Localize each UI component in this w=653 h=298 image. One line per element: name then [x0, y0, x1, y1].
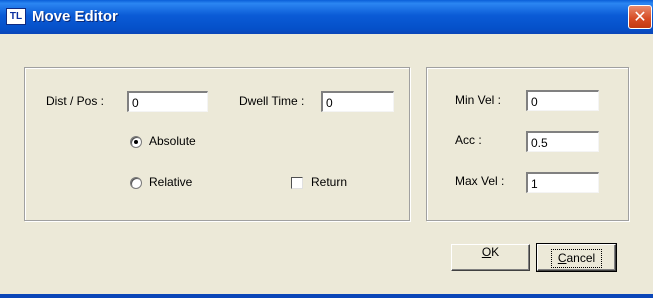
return-checkbox[interactable]: [291, 177, 303, 189]
acc-label: Acc :: [455, 133, 482, 147]
absolute-radio[interactable]: [130, 136, 142, 148]
relative-label[interactable]: Relative: [149, 175, 192, 189]
min-vel-input[interactable]: 0: [526, 90, 599, 111]
dwell-time-label: Dwell Time :: [239, 94, 305, 108]
ok-label: K: [491, 245, 500, 259]
close-button[interactable]: ✕: [628, 5, 652, 29]
dist-pos-input[interactable]: 0: [127, 91, 208, 112]
dist-pos-label: Dist / Pos :: [46, 94, 105, 108]
window-bottom-border: [0, 294, 653, 298]
ok-button[interactable]: OK: [451, 244, 530, 271]
max-vel-input[interactable]: 1: [526, 172, 599, 193]
dwell-time-input[interactable]: 0: [321, 91, 394, 112]
cancel-focus-ring: Cancel: [550, 249, 603, 268]
acc-input[interactable]: 0.5: [526, 131, 599, 152]
min-vel-label: Min Vel :: [455, 93, 502, 107]
absolute-label[interactable]: Absolute: [149, 134, 196, 148]
title-bar[interactable]: TL Move Editor ✕: [0, 0, 653, 34]
ok-mnemonic: O: [481, 245, 492, 259]
relative-radio[interactable]: [130, 177, 142, 189]
close-icon: ✕: [633, 7, 647, 26]
app-icon: TL: [6, 8, 26, 25]
cancel-label: ancel: [566, 251, 596, 265]
window-title: Move Editor: [32, 8, 118, 25]
return-label[interactable]: Return: [311, 175, 347, 189]
max-vel-label: Max Vel :: [455, 174, 505, 188]
cancel-button[interactable]: Cancel: [536, 243, 617, 272]
